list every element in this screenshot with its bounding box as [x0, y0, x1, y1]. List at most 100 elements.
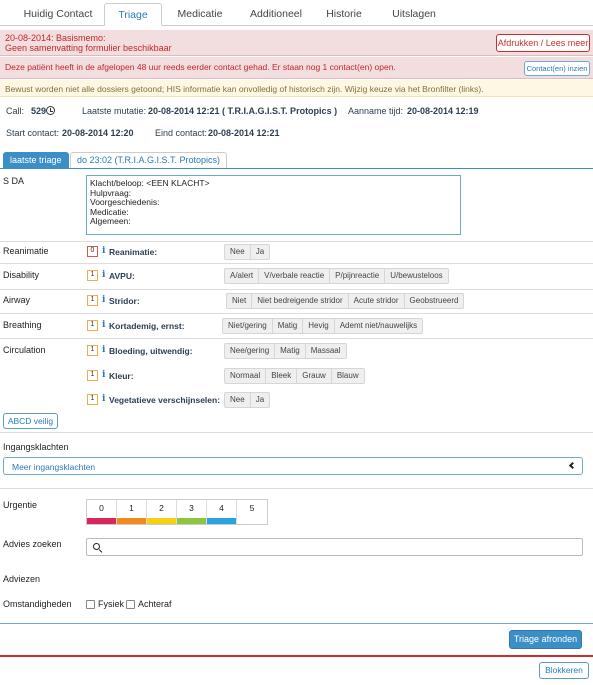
info-icon[interactable]: i: [102, 246, 105, 256]
urgency-color-bar: [147, 518, 176, 524]
urgency-color-bar: [117, 518, 146, 524]
tab-previous-triage[interactable]: do 23:02 (T.R.I.A.G.I.S.T. Protopics): [70, 152, 228, 168]
option-geobstrueerd[interactable]: Geobstrueerd: [403, 293, 465, 309]
option-pain[interactable]: P/pijnreactie: [329, 268, 386, 284]
view-contacts-button[interactable]: Contact(en) inzien: [524, 61, 590, 76]
option-niet-bedreigend[interactable]: Niet bedreigende stridor: [251, 293, 349, 309]
option-nee-gering[interactable]: Nee/gering: [224, 343, 276, 359]
urgency-level-0[interactable]: 0: [87, 500, 117, 524]
option-verbal[interactable]: V/verbale reactie: [258, 268, 331, 284]
advice-search-input[interactable]: [86, 538, 583, 556]
subtab-divider: [0, 168, 593, 169]
option-normaal[interactable]: Normaal: [224, 368, 267, 384]
start-contact-label: Start contact:: [6, 128, 60, 138]
option-matig[interactable]: Matig: [271, 318, 304, 334]
circumstances-label: Omstandigheden: [3, 599, 72, 609]
info-icon[interactable]: i: [102, 295, 105, 305]
vegetative-score: 1: [87, 394, 98, 405]
urgency-level-1[interactable]: 1: [117, 500, 147, 524]
call-label: Call:: [6, 106, 25, 116]
tab-uitslagen[interactable]: Uitslagen: [382, 3, 446, 26]
urgency-level-2[interactable]: 2: [147, 500, 177, 524]
more-entry-complaints-label: Meer ingangsklachten: [12, 462, 96, 472]
option-blauw[interactable]: Blauw: [330, 368, 365, 384]
more-entry-complaints-panel[interactable]: Meer ingangsklachten: [3, 457, 583, 475]
option-ja[interactable]: Ja: [249, 392, 271, 408]
option-unresponsive[interactable]: U/bewusteloos: [384, 268, 449, 284]
option-nee[interactable]: Nee: [224, 244, 251, 260]
avpu-options: A/alert V/verbale reactie P/pijnreactie …: [224, 268, 449, 284]
abcd-safe-button[interactable]: ABCD veilig: [3, 413, 58, 429]
section-circulation: Circulation: [3, 345, 46, 355]
afterwards-checkbox[interactable]: [126, 600, 135, 609]
info-icon[interactable]: i: [102, 270, 105, 280]
option-massaal[interactable]: Massaal: [304, 343, 347, 359]
divider: [0, 338, 593, 339]
urgency-level-label: 2: [159, 503, 164, 513]
tab-huidig-contact[interactable]: Huidig Contact: [14, 3, 102, 26]
urgency-color-bar: [87, 518, 116, 524]
advice-search-label: Advies zoeken: [3, 539, 62, 549]
sda-textarea[interactable]: Klacht/beloop: <EEN KLACHT> Hulpvraag: V…: [86, 175, 461, 235]
urgency-level-3[interactable]: 3: [177, 500, 207, 524]
option-grauw[interactable]: Grauw: [296, 368, 332, 384]
urgency-level-label: 0: [99, 503, 104, 513]
physical-checkbox[interactable]: [86, 600, 95, 609]
option-niet-gering[interactable]: Niet/gering: [222, 318, 273, 334]
tab-additioneel[interactable]: Additioneel: [240, 3, 312, 26]
search-icon: [93, 543, 100, 550]
reanimatie-score: 0: [87, 246, 98, 257]
info-icon[interactable]: i: [102, 320, 105, 330]
divider: [0, 432, 593, 433]
stridor-question: Stridor:: [109, 296, 140, 306]
option-nee[interactable]: Nee: [224, 392, 251, 408]
option-hevig[interactable]: Hevig: [302, 318, 335, 334]
bleeding-score: 1: [87, 345, 98, 356]
breathing-score: 1: [87, 320, 98, 331]
urgency-level-4[interactable]: 4: [207, 500, 237, 524]
finish-triage-button[interactable]: Triage afronden: [509, 630, 582, 649]
memo-alert: 20-08-2014: Basismemo: Geen samenvatting…: [0, 30, 593, 56]
avpu-score: 1: [87, 270, 98, 281]
block-button[interactable]: Blokkeren: [539, 662, 589, 679]
tab-historie[interactable]: Historie: [316, 3, 372, 26]
urgency-level-label: 1: [129, 503, 134, 513]
physical-label: Fysiek: [98, 599, 125, 609]
avpu-question: AVPU:: [109, 271, 135, 281]
sda-label: S DA: [3, 176, 25, 186]
clock-icon: [46, 106, 55, 115]
option-niet[interactable]: Niet: [226, 293, 253, 309]
option-alert[interactable]: A/alert: [224, 268, 260, 284]
divider: [0, 289, 593, 290]
divider: [0, 623, 593, 624]
info-icon[interactable]: i: [102, 370, 105, 380]
tab-triage[interactable]: Triage: [104, 3, 162, 26]
vegetative-question: Vegetatieve verschijnselen:: [109, 395, 221, 405]
divider: [0, 313, 593, 314]
tab-latest-triage[interactable]: laatste triage: [3, 152, 69, 168]
memo-line-1: 20-08-2014: Basismemo:: [5, 33, 106, 43]
urgency-level-label: 4: [219, 503, 224, 513]
urgency-color-bar: [207, 518, 236, 524]
last-mutation-value: 20-08-2014 12:21 ( T.R.I.A.G.I.S.T. Prot…: [148, 106, 338, 116]
option-matig[interactable]: Matig: [274, 343, 306, 359]
entry-complaints-title: Ingangsklachten: [3, 442, 69, 452]
breathing-question: Kortademig, ernst:: [109, 321, 185, 331]
bleeding-options: Nee/gering Matig Massaal: [224, 343, 347, 359]
urgency-level-label: 3: [189, 503, 194, 513]
info-icon[interactable]: i: [102, 394, 105, 404]
tab-medicatie[interactable]: Medicatie: [170, 3, 230, 26]
option-acute-stridor[interactable]: Acute stridor: [347, 293, 405, 309]
option-ja[interactable]: Ja: [249, 244, 271, 260]
print-read-more-button[interactable]: Afdrukken / Lees meer: [496, 34, 590, 52]
option-bleek[interactable]: Bleek: [265, 368, 298, 384]
end-contact-value: 20-08-2014 12:21: [208, 128, 280, 138]
chevron-left-icon[interactable]: [568, 461, 577, 470]
option-ademt-niet[interactable]: Ademt niet/nauwelijks: [333, 318, 424, 334]
reanimatie-options: Nee Ja: [224, 244, 271, 260]
info-icon[interactable]: i: [102, 345, 105, 355]
urgency-level-5[interactable]: 5: [237, 500, 267, 524]
previous-contact-text: Deze patiënt heeft in de afgelopen 48 uu…: [5, 62, 396, 72]
bleeding-question: Bloeding, uitwendig:: [109, 346, 193, 356]
vegetative-options: Nee Ja: [224, 392, 271, 408]
